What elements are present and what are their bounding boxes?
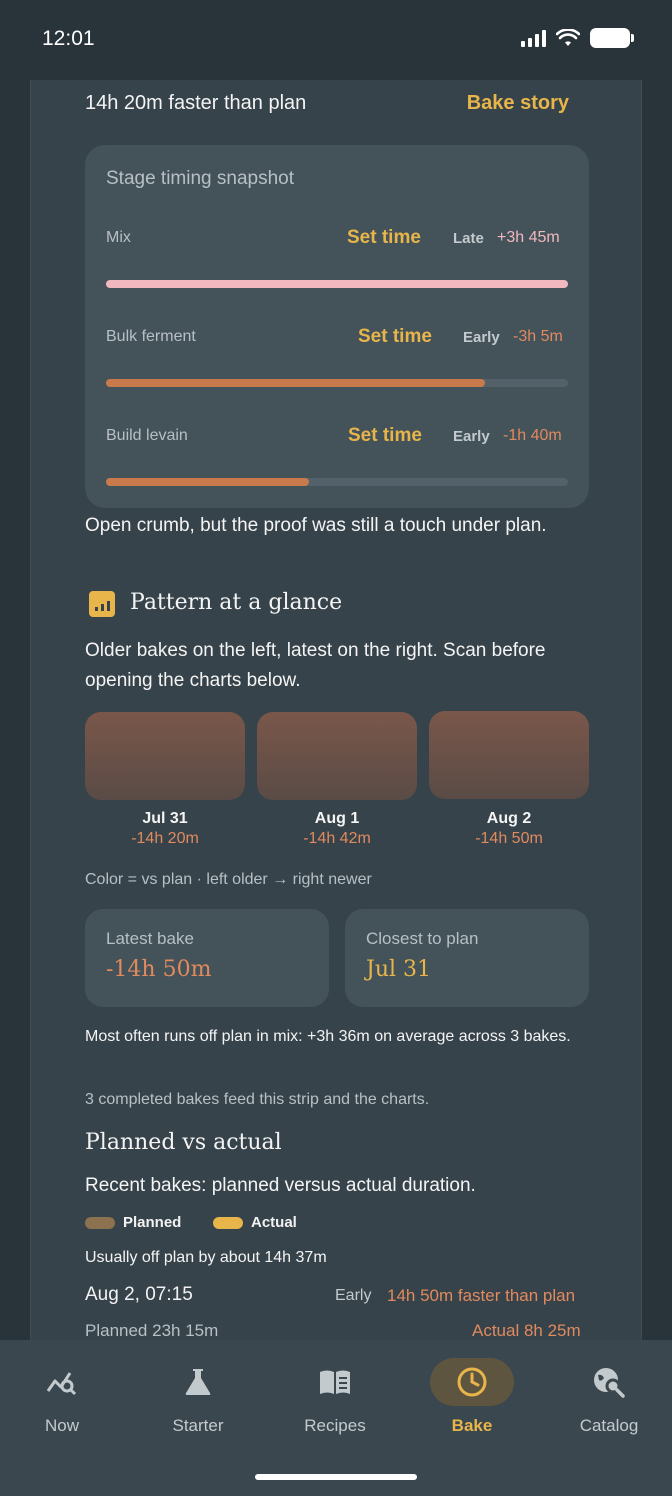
mix-insight: Most often runs off plan in mix: +3h 36m… (85, 1028, 571, 1045)
stage-status-mix: Late (453, 230, 484, 247)
usual-offset: Usually off plan by about 14h 37m (85, 1249, 327, 1266)
trend-search-icon (46, 1372, 77, 1396)
bar-chart-icon (89, 591, 115, 617)
entry-actual: Actual 8h 25m (472, 1321, 581, 1340)
pattern-section-title: Pattern at a glance (130, 590, 343, 615)
stage-bar-bulk-ferment (106, 379, 568, 387)
planned-vs-actual-subtitle: Recent bakes: planned versus actual dura… (85, 1175, 476, 1196)
legend-actual: Actual (213, 1214, 297, 1231)
status-time: 12:01 (42, 27, 95, 50)
flask-icon (185, 1369, 211, 1395)
stage-delta-bulk-ferment: -3h 5m (513, 328, 563, 345)
stage-status-bulk-ferment: Early (463, 329, 500, 346)
tile-delta: -14h 42m (303, 830, 371, 847)
stage-bar-fill-bulk-ferment (106, 379, 485, 387)
tile-date: Jul 31 (142, 810, 188, 827)
tile-delta: -14h 20m (131, 830, 199, 847)
nav-item-catalog[interactable]: Catalog (549, 1358, 669, 1436)
card-label: Latest bake (106, 929, 194, 948)
nav-label: Recipes (304, 1416, 366, 1435)
home-indicator[interactable] (255, 1474, 417, 1480)
legend-swatch (85, 1216, 115, 1229)
card-value: -14h 50m (106, 957, 212, 982)
set-time-button-mix[interactable]: Set time (347, 227, 421, 249)
status-icons (521, 28, 634, 48)
tile-date: Aug 2 (486, 810, 532, 827)
bake-tile-aug-2[interactable] (429, 711, 589, 799)
set-time-button-build-levain[interactable]: Set time (348, 425, 422, 447)
entry-result: 14h 50m faster than plan (387, 1286, 576, 1305)
nav-label: Bake (451, 1416, 493, 1435)
stage-delta-build-levain: -1h 40m (503, 427, 562, 444)
nav-label: Now (44, 1416, 79, 1435)
signal-icon (521, 29, 546, 47)
feed-note: 3 completed bakes feed this strip and th… (85, 1091, 430, 1108)
legend-planned: Planned (85, 1214, 181, 1231)
bake-detail-content[interactable]: 14h 20m faster than plan Bake story Stag… (30, 80, 642, 1340)
nav-item-recipes[interactable]: Recipes (275, 1358, 395, 1436)
color-legend-note: Color = vs plan · left older → right new… (85, 871, 372, 888)
set-time-button-bulk-ferment[interactable]: Set time (358, 326, 432, 348)
bake-story-link[interactable]: Bake story (467, 92, 569, 115)
nav-item-now[interactable]: Now (2, 1358, 122, 1436)
pattern-description: Older bakes on the left, latest on the r… (85, 640, 546, 691)
nav-label: Catalog (579, 1416, 639, 1435)
stage-bar-fill-build-levain (106, 478, 310, 486)
snapshot-title: Stage timing snapshot (106, 168, 295, 189)
nav-item-bake[interactable]: Bake (412, 1358, 532, 1436)
crumb-note: Open crumb, but the proof was still a to… (85, 515, 547, 536)
entry-planned: Planned 23h 15m (85, 1321, 219, 1340)
entry-status: Early (335, 1287, 372, 1304)
closest-to-plan-card: Closest to plan Jul 31 (345, 909, 589, 1007)
card-value: Jul 31 (366, 957, 432, 982)
globe-search-icon (594, 1368, 625, 1398)
bottom-navigation: Now Starter Recipes Bake Catalog (0, 1340, 672, 1496)
bake-tile-aug-1[interactable] (257, 712, 417, 800)
bake-summary: 14h 20m faster than plan (85, 92, 307, 114)
book-icon (320, 1370, 350, 1394)
legend-label: Actual (251, 1214, 297, 1231)
stage-status-build-levain: Early (453, 428, 490, 445)
clock-icon (457, 1367, 487, 1397)
nav-label: Starter (172, 1416, 224, 1435)
stage-label-bulk-ferment: Bulk ferment (106, 328, 196, 345)
stage-bar-mix (106, 280, 568, 288)
latest-bake-card: Latest bake -14h 50m (85, 909, 329, 1007)
stage-bar-build-levain (106, 478, 568, 486)
legend-swatch (213, 1216, 243, 1229)
tile-delta: -14h 50m (475, 830, 543, 847)
stage-bar-fill-mix (106, 280, 568, 288)
nav-item-starter[interactable]: Starter (138, 1358, 258, 1436)
bake-tile-jul-31[interactable] (85, 712, 245, 800)
card-label: Closest to plan (366, 929, 479, 948)
status-bar: 12:01 (0, 0, 672, 80)
stage-delta-mix: +3h 45m (497, 229, 560, 246)
battery-icon (590, 28, 634, 48)
tile-date: Aug 1 (314, 810, 360, 827)
wifi-icon (556, 29, 580, 46)
planned-vs-actual-title: Planned vs actual (85, 1130, 282, 1155)
entry-datetime: Aug 2, 07:15 (85, 1284, 193, 1305)
legend-label: Planned (123, 1214, 182, 1231)
stage-label-mix: Mix (106, 229, 131, 246)
stage-timing-snapshot: Stage timing snapshot Mix Set time Late … (85, 145, 589, 508)
stage-label-build-levain: Build levain (106, 427, 188, 444)
